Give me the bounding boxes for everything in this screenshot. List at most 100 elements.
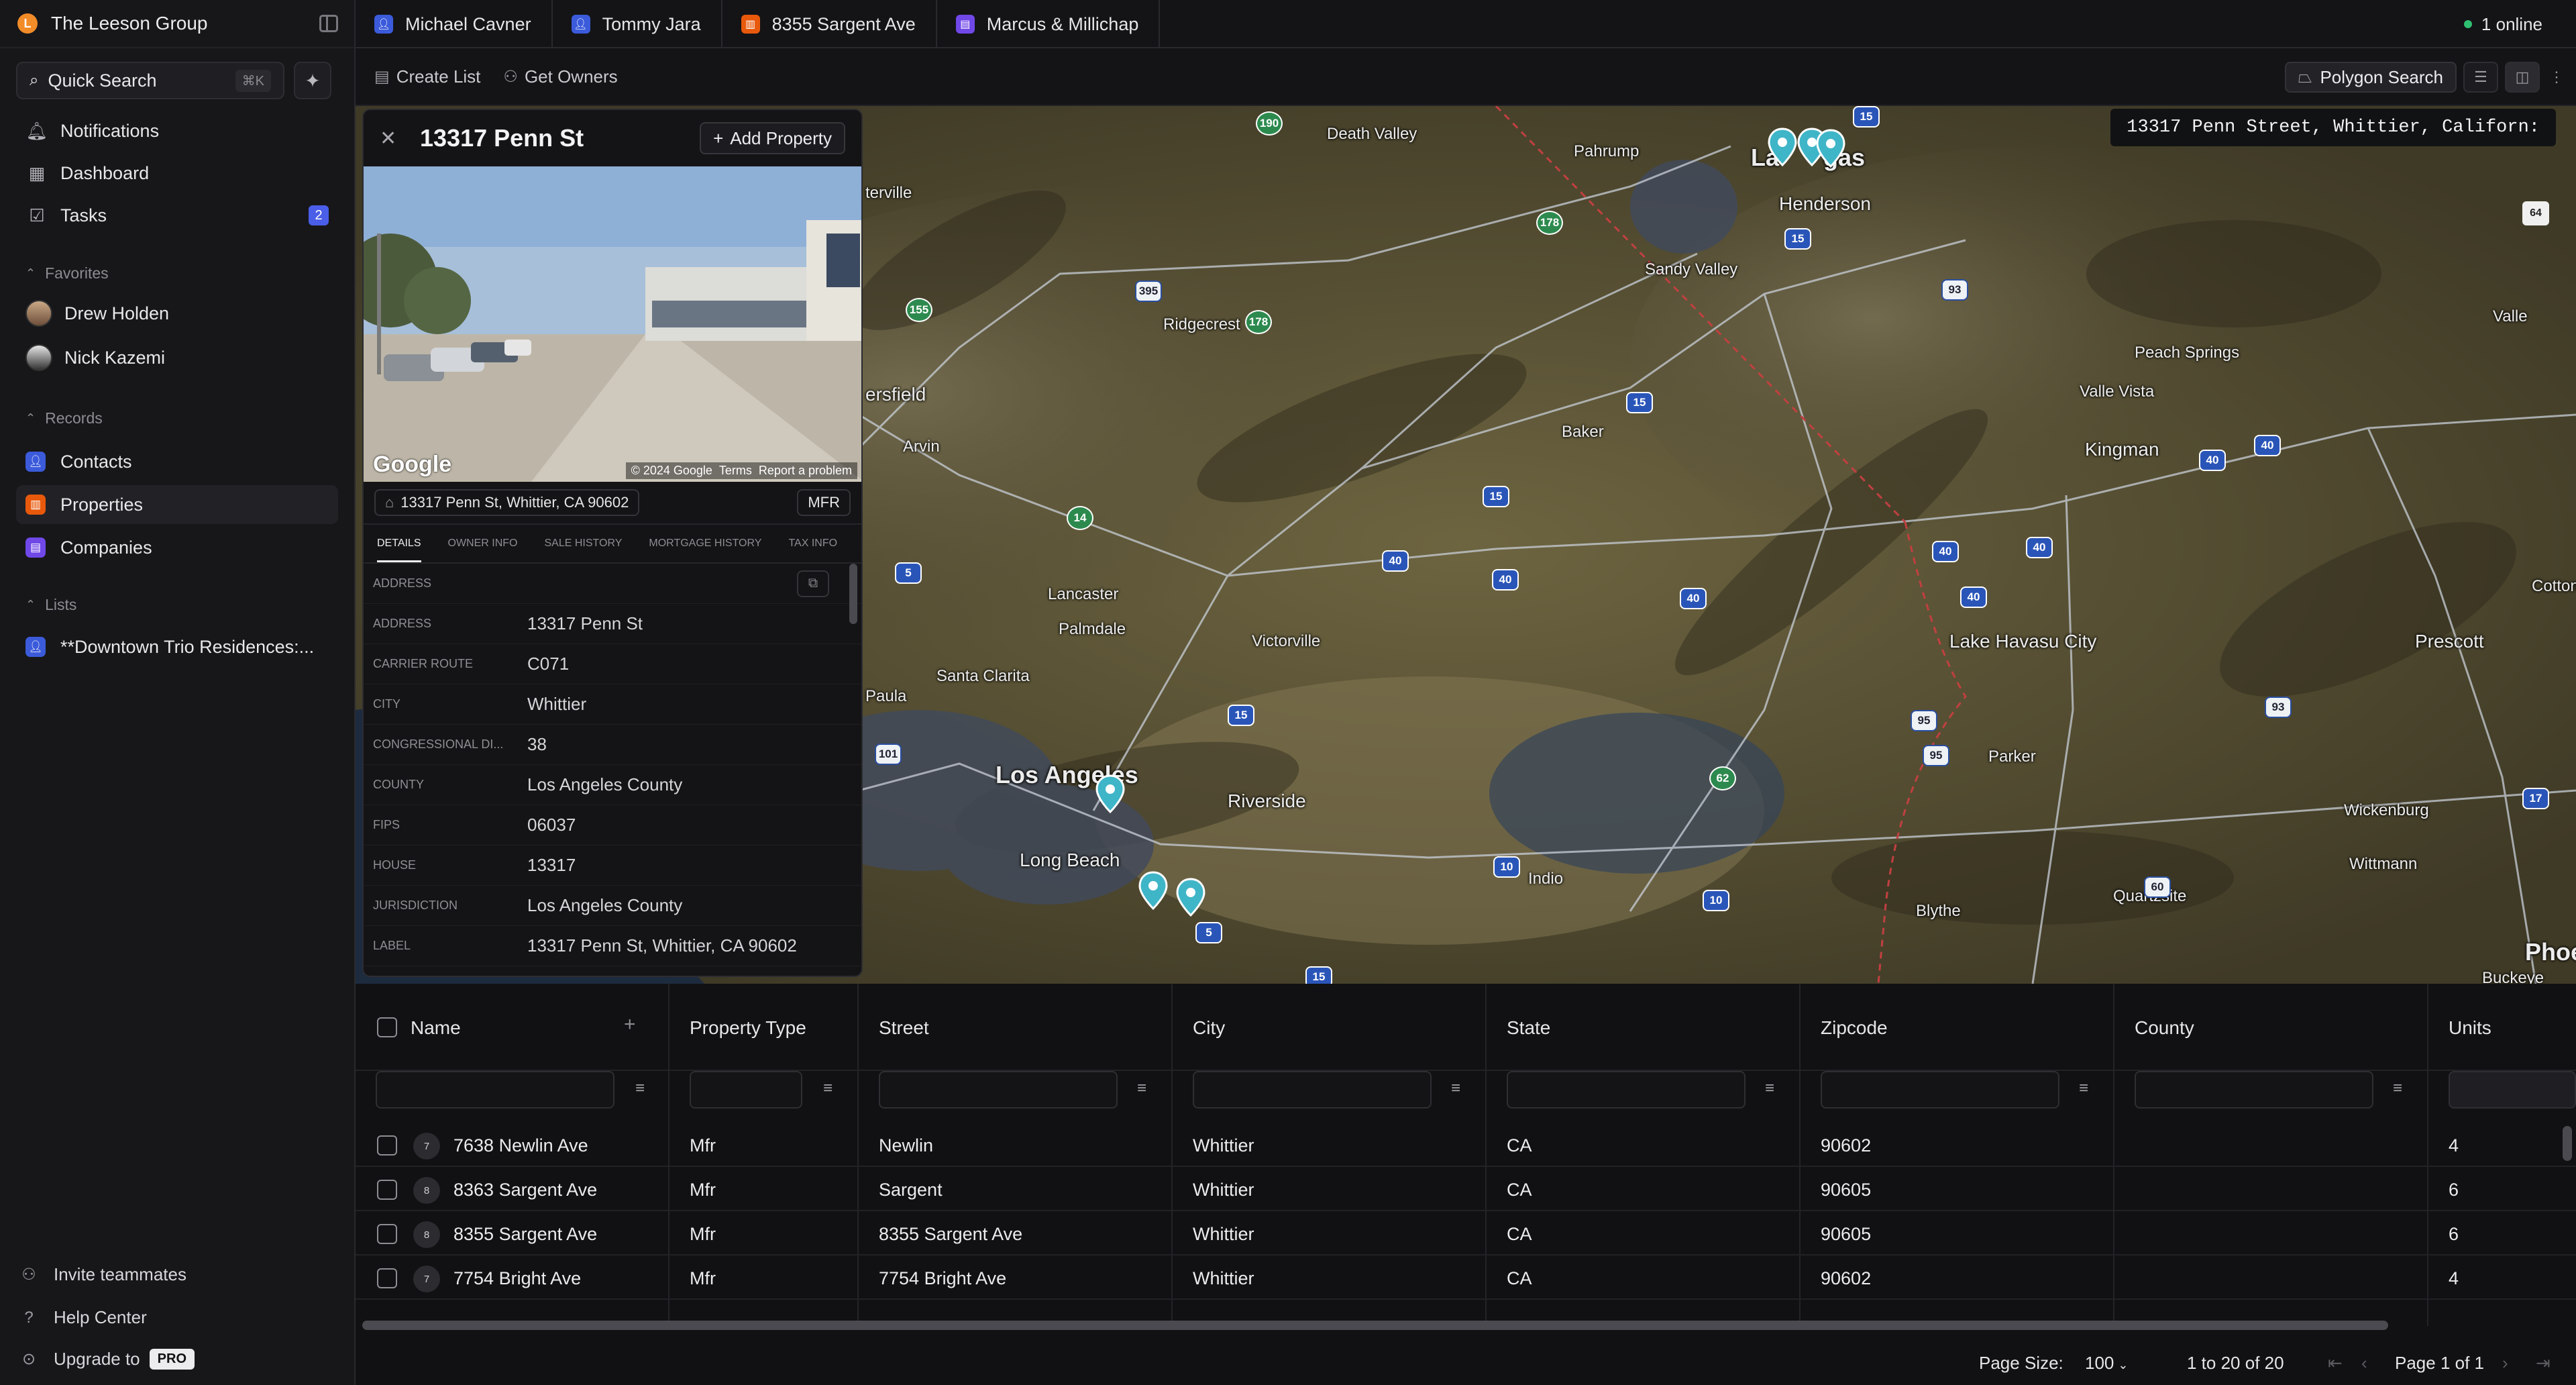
favorites-section-header[interactable]: ⌃ Favorites xyxy=(25,264,109,283)
row-checkbox[interactable] xyxy=(377,1224,397,1244)
tab-tommy-jara[interactable]: 👤︎ Tommy Jara xyxy=(553,0,722,48)
nav-notifications[interactable]: 🔔︎ Notifications xyxy=(16,111,338,150)
list-view-button[interactable]: ☰ xyxy=(2463,62,2498,93)
nav-tasks[interactable]: ☑ Tasks 2 xyxy=(16,196,338,235)
row-checkbox[interactable] xyxy=(377,1135,397,1156)
column-header[interactable]: City xyxy=(1193,1017,1225,1039)
filter-icon[interactable]: ≡ xyxy=(2073,1079,2094,1100)
table-row[interactable]: 8 8355 Sargent Ave Mfr 8355 Sargent Ave … xyxy=(356,1212,2576,1255)
table-row[interactable]: 7 7638 Newlin Ave Mfr Newlin Whittier CA… xyxy=(356,1123,2576,1167)
terms-link[interactable]: Terms xyxy=(719,464,752,478)
next-page-icon[interactable]: › xyxy=(2502,1353,2508,1374)
county-filter-input[interactable] xyxy=(2135,1071,2373,1109)
lists-title: Lists xyxy=(45,596,77,613)
lists-section-header[interactable]: ⌃ Lists xyxy=(25,596,76,614)
add-property-button[interactable]: + Add Property xyxy=(700,122,845,154)
record-properties[interactable]: ▥ Properties xyxy=(16,485,338,524)
highway-shield: 178 xyxy=(1245,310,1272,334)
get-owners-button[interactable]: ⚇ Get Owners xyxy=(494,61,627,92)
record-companies[interactable]: ▤ Companies xyxy=(16,528,338,567)
first-page-icon[interactable]: ⇤ xyxy=(2328,1353,2343,1374)
close-icon[interactable]: ✕ xyxy=(380,127,404,150)
city-filter-input[interactable] xyxy=(1193,1071,1432,1109)
street-view-image[interactable]: Google © 2024 Google Terms Report a prob… xyxy=(364,166,861,482)
favorite-drew-holden[interactable]: Drew Holden xyxy=(16,294,338,333)
invite-teammates-link[interactable]: ⚇ Invite teammates xyxy=(19,1264,186,1285)
units-filter-input[interactable] xyxy=(2449,1071,2576,1109)
horizontal-scrollbar[interactable] xyxy=(362,1321,2388,1330)
polygon-search-button[interactable]: ⏢ Polygon Search xyxy=(2284,62,2457,93)
cell-name[interactable]: 7638 Newlin Ave xyxy=(453,1135,588,1156)
column-header[interactable]: Units xyxy=(2449,1017,2491,1039)
row-checkbox[interactable] xyxy=(377,1180,397,1200)
filter-icon[interactable]: ≡ xyxy=(629,1079,651,1100)
list-downtown-trio[interactable]: 👤︎ **Downtown Trio Residences:... xyxy=(16,627,338,666)
map-label: Prescott xyxy=(2415,631,2484,652)
quick-search-button[interactable]: ⌕ Quick Search ⌘K xyxy=(16,62,284,99)
panel-scrollbar[interactable] xyxy=(849,564,857,624)
more-options-button[interactable]: ⋮ xyxy=(2546,62,2567,93)
favorite-nick-kazemi[interactable]: Nick Kazemi xyxy=(16,338,338,377)
tab-mortgage-history[interactable]: MORTGAGE HISTORY xyxy=(649,537,761,550)
highway-shield: 15 xyxy=(1483,486,1509,507)
record-contacts[interactable]: 👤︎ Contacts xyxy=(16,442,338,481)
report-problem-link[interactable]: Report a problem xyxy=(759,464,852,478)
add-column-icon[interactable]: + xyxy=(624,1013,636,1036)
help-center-link[interactable]: ? Help Center xyxy=(19,1307,146,1328)
column-header[interactable]: Street xyxy=(879,1017,929,1039)
address-chip[interactable]: ⌂ 13317 Penn St, Whittier, CA 90602 xyxy=(374,489,640,516)
create-list-button[interactable]: ▤ Create List xyxy=(365,61,490,92)
filter-icon[interactable]: ≡ xyxy=(1131,1079,1152,1100)
column-header[interactable]: County xyxy=(2135,1017,2194,1039)
map-pin-icon[interactable] xyxy=(1095,774,1126,813)
cell-name[interactable]: 7754 Bright Ave xyxy=(453,1268,581,1289)
tab-marcus-millichap[interactable]: ▤ Marcus & Millichap xyxy=(937,0,1161,48)
zipcode-filter-input[interactable] xyxy=(1821,1071,2059,1109)
copy-icon[interactable]: ⧉ xyxy=(797,570,829,597)
sidebar-toggle-icon[interactable] xyxy=(319,15,338,32)
tab-michael-cavner[interactable]: 👤︎ Michael Cavner xyxy=(356,0,553,48)
table-row[interactable]: 8 8363 Sargent Ave Mfr Sargent Whittier … xyxy=(356,1168,2576,1211)
records-section-header[interactable]: ⌃ Records xyxy=(25,409,103,427)
address-chip-label: 13317 Penn St, Whittier, CA 90602 xyxy=(400,494,629,511)
cell-type: Mfr xyxy=(690,1268,716,1288)
cell-name[interactable]: 8355 Sargent Ave xyxy=(453,1224,597,1245)
ai-sparkle-button[interactable]: ✦ xyxy=(294,62,331,99)
select-all-checkbox[interactable] xyxy=(377,1017,397,1037)
workspace-header[interactable]: L The Leeson Group xyxy=(0,0,356,48)
nav-dashboard[interactable]: ▦ Dashboard xyxy=(16,154,338,193)
column-header[interactable]: Name xyxy=(411,1017,461,1039)
tab-owner-info[interactable]: OWNER INFO xyxy=(448,537,518,550)
last-page-icon[interactable]: ⇥ xyxy=(2536,1353,2551,1374)
map-pin-icon[interactable] xyxy=(1767,127,1798,166)
filter-icon[interactable]: ≡ xyxy=(2387,1079,2408,1100)
map-pin-icon[interactable] xyxy=(1138,871,1169,910)
column-header[interactable]: State xyxy=(1507,1017,1550,1039)
tab-tax-info[interactable]: TAX INFO xyxy=(788,537,837,550)
table-row[interactable]: 7 7754 Bright Ave Mfr 7754 Bright Ave Wh… xyxy=(356,1256,2576,1300)
filter-icon[interactable]: ≡ xyxy=(1445,1079,1466,1100)
row-checkbox[interactable] xyxy=(377,1268,397,1288)
column-header[interactable]: Property Type xyxy=(690,1017,806,1039)
page-size-select[interactable]: 100 ⌄ xyxy=(2085,1353,2128,1374)
tab-sale-history[interactable]: SALE HISTORY xyxy=(545,537,623,550)
vertical-scrollbar[interactable] xyxy=(2563,1126,2572,1161)
map-pin-icon[interactable] xyxy=(1175,878,1206,917)
upgrade-link[interactable]: ⊙ Upgrade to PRO xyxy=(19,1349,195,1370)
state-filter-input[interactable] xyxy=(1507,1071,1746,1109)
column-header[interactable]: Zipcode xyxy=(1821,1017,1888,1039)
previous-page-icon[interactable]: ‹ xyxy=(2361,1353,2367,1374)
tab-details[interactable]: DETAILS xyxy=(377,537,421,562)
sidebar: L The Leeson Group ⌕ Quick Search ⌘K ✦ 🔔… xyxy=(0,0,356,1385)
split-view-button[interactable]: ◫ xyxy=(2505,62,2540,93)
cell-name[interactable]: 8363 Sargent Ave xyxy=(453,1180,597,1200)
field-key: CONGRESSIONAL DI... xyxy=(373,737,504,751)
filter-icon[interactable]: ≡ xyxy=(817,1079,839,1100)
filter-icon[interactable]: ≡ xyxy=(1759,1079,1780,1100)
tab-8355-sargent[interactable]: ▥ 8355 Sargent Ave xyxy=(722,0,937,48)
map-pin-icon[interactable] xyxy=(1815,129,1846,168)
name-filter-input[interactable] xyxy=(376,1071,614,1109)
street-filter-input[interactable] xyxy=(879,1071,1118,1109)
type-filter-input[interactable] xyxy=(690,1071,802,1109)
quick-search-shortcut: ⌘K xyxy=(235,69,271,92)
